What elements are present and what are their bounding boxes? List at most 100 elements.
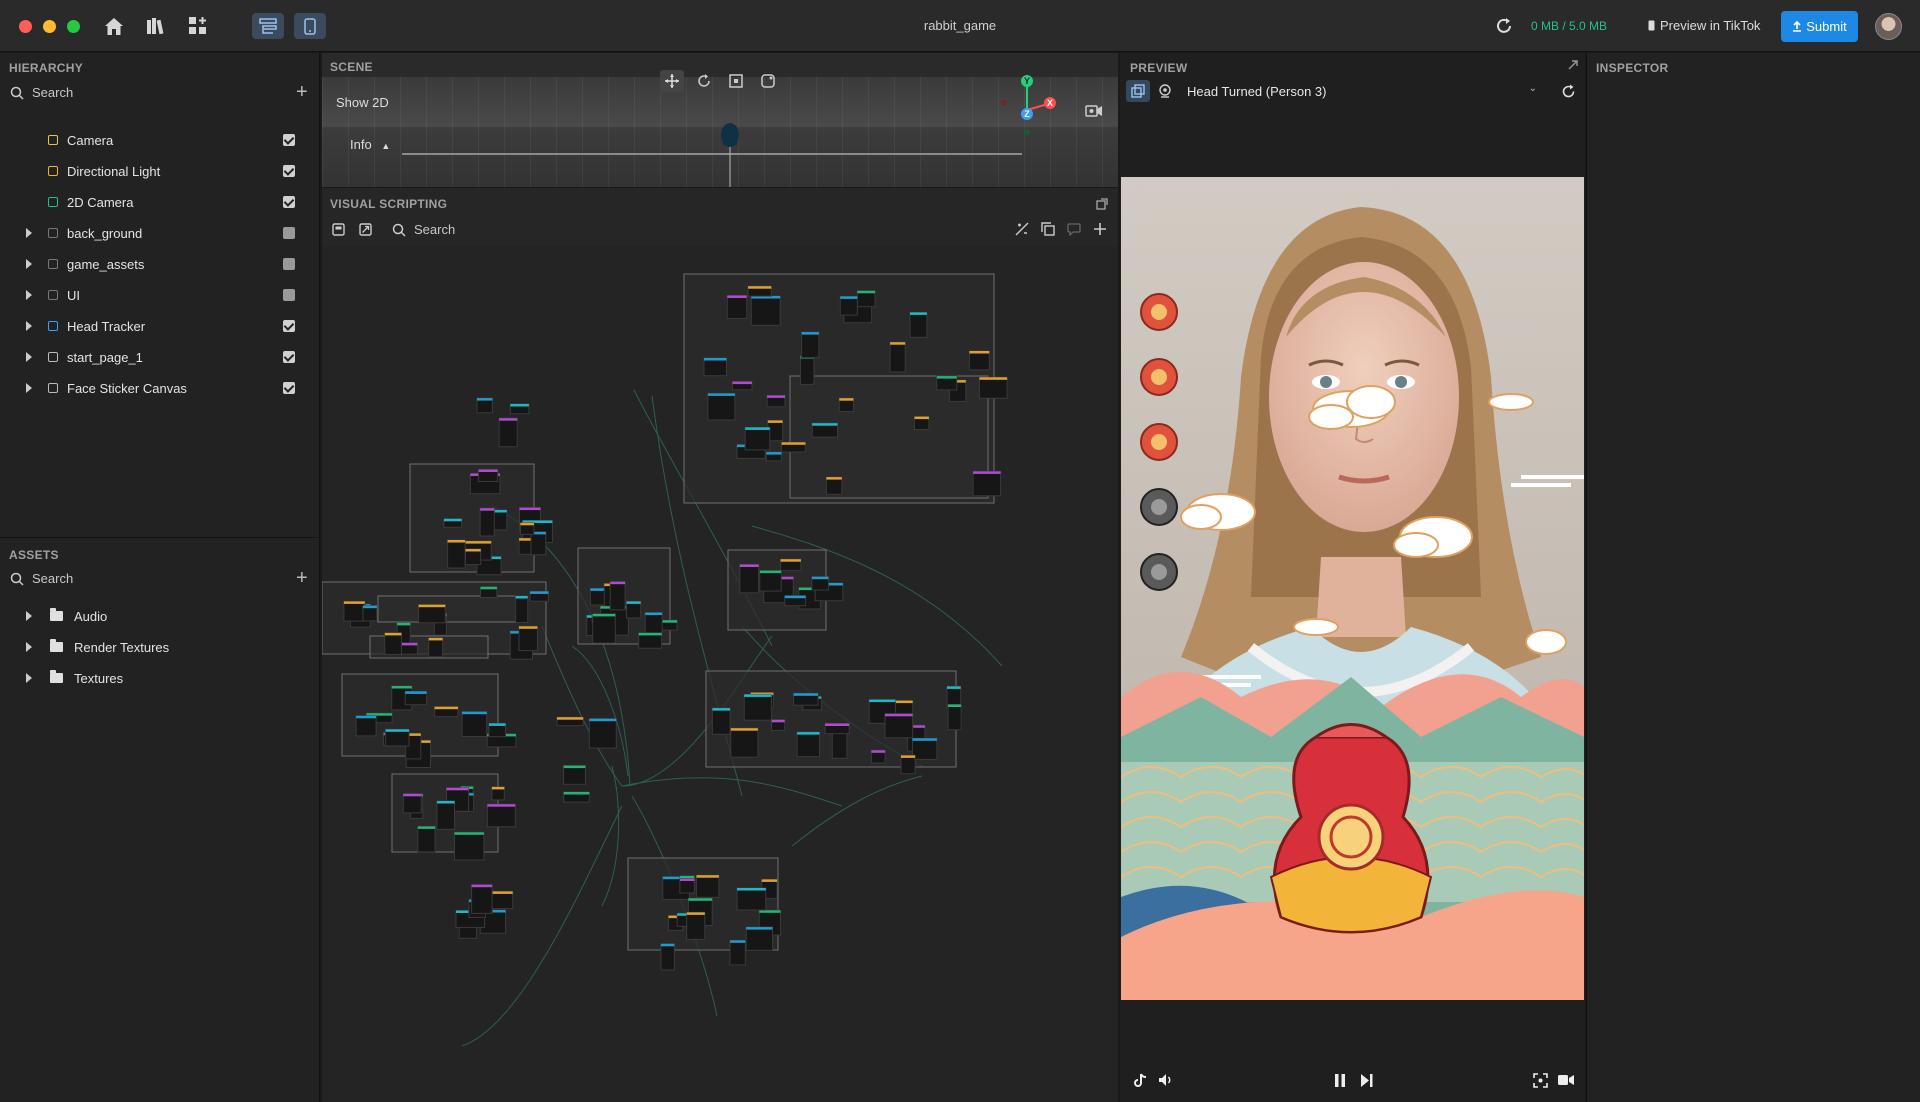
script-node[interactable] — [592, 613, 616, 644]
script-node[interactable] — [588, 718, 617, 749]
script-node[interactable] — [498, 417, 518, 448]
screenshot-button[interactable] — [1530, 1070, 1550, 1090]
hierarchy-item[interactable]: Head Tracker — [0, 315, 320, 337]
script-node[interactable] — [417, 825, 436, 853]
hierarchy-search[interactable]: Search — [10, 85, 73, 100]
visibility-checkbox[interactable] — [283, 227, 295, 239]
script-node[interactable] — [486, 803, 516, 828]
node-graph-canvas[interactable] — [322, 246, 1118, 1102]
expand-panel-button[interactable] — [1090, 193, 1114, 215]
expand-arrow-icon[interactable] — [26, 642, 32, 652]
add-node-button[interactable] — [1088, 218, 1112, 240]
script-node[interactable] — [739, 564, 760, 594]
volume-icon[interactable] — [1156, 1070, 1176, 1090]
pause-button[interactable] — [1330, 1070, 1350, 1090]
record-button[interactable] — [1556, 1070, 1576, 1090]
script-node[interactable] — [726, 295, 748, 319]
script-node[interactable] — [972, 470, 1002, 497]
script-node[interactable] — [912, 737, 938, 760]
assets-search[interactable]: Search — [10, 571, 73, 586]
axes-gizmo[interactable]: Y X Z — [990, 74, 1060, 140]
rotate-tool-button[interactable] — [692, 70, 716, 92]
script-node[interactable] — [418, 604, 446, 624]
add-asset-button[interactable]: + — [296, 568, 308, 588]
asset-folder[interactable]: Render Textures — [0, 636, 320, 658]
node-group-frame[interactable] — [377, 595, 519, 623]
visual-scripting-search[interactable]: Search — [392, 222, 455, 237]
asset-folder[interactable]: Textures — [0, 667, 320, 689]
script-node[interactable] — [744, 426, 771, 451]
visibility-checkbox[interactable] — [283, 289, 295, 301]
hierarchy-item[interactable]: back_ground — [0, 222, 320, 244]
hierarchy-item[interactable]: Face Sticker Canvas — [0, 377, 320, 399]
script-node[interactable] — [402, 793, 422, 814]
script-node[interactable] — [609, 581, 626, 611]
step-forward-button[interactable] — [1356, 1070, 1376, 1090]
script-node[interactable] — [947, 704, 962, 731]
script-node[interactable] — [563, 765, 586, 785]
script-node[interactable] — [978, 376, 1008, 399]
script-node[interactable] — [696, 874, 720, 898]
preview-viewport[interactable] — [1121, 177, 1584, 1000]
script-node[interactable] — [800, 355, 815, 385]
script-node[interactable] — [384, 632, 402, 655]
expand-arrow-icon[interactable] — [26, 290, 32, 300]
script-node[interactable] — [884, 713, 914, 739]
hierarchy-item[interactable]: 2D Camera — [0, 191, 320, 213]
hierarchy-item[interactable]: Directional Light — [0, 160, 320, 182]
script-node[interactable] — [900, 754, 916, 775]
script-node[interactable] — [447, 539, 466, 569]
script-node[interactable] — [703, 357, 727, 377]
script-node[interactable] — [707, 392, 736, 421]
script-node[interactable] — [515, 595, 529, 623]
asset-folder[interactable]: Audio — [0, 605, 320, 627]
script-node[interactable] — [730, 727, 759, 758]
script-node[interactable] — [436, 800, 456, 830]
webcam-source-button[interactable] — [1153, 80, 1177, 102]
script-node[interactable] — [355, 715, 377, 737]
expand-arrow-icon[interactable] — [26, 611, 32, 621]
hierarchy-item[interactable]: game_assets — [0, 253, 320, 275]
hierarchy-item[interactable]: start_page_1 — [0, 346, 320, 368]
scale-tool-button[interactable] — [724, 70, 748, 92]
tiktok-icon[interactable] — [1130, 1070, 1150, 1090]
popout-preview-button[interactable] — [1566, 58, 1580, 72]
comment-button[interactable] — [1062, 218, 1086, 240]
expand-arrow-icon[interactable] — [26, 352, 32, 362]
camera-source-button[interactable] — [1126, 80, 1150, 102]
script-node[interactable] — [743, 693, 772, 721]
script-node[interactable] — [729, 939, 746, 966]
group-nodes-button[interactable] — [1036, 218, 1060, 240]
script-node[interactable] — [736, 887, 767, 911]
script-node[interactable] — [968, 350, 990, 371]
script-node[interactable] — [796, 731, 821, 758]
expand-arrow-icon[interactable] — [26, 321, 32, 331]
preview-source-dropdown[interactable]: Head Turned (Person 3) ⌄ — [1187, 81, 1543, 101]
new-graph-button[interactable] — [326, 218, 350, 240]
script-node[interactable] — [461, 711, 488, 738]
script-node[interactable] — [759, 570, 782, 592]
hierarchy-item[interactable]: Camera — [0, 129, 320, 151]
visibility-checkbox[interactable] — [283, 134, 295, 146]
visibility-checkbox[interactable] — [283, 382, 295, 394]
script-node[interactable] — [825, 476, 843, 495]
visibility-checkbox[interactable] — [283, 196, 295, 208]
show-2d-toggle[interactable]: Show 2D — [336, 95, 389, 110]
script-node[interactable] — [745, 926, 774, 951]
script-node[interactable] — [831, 729, 848, 759]
visibility-checkbox[interactable] — [283, 258, 295, 270]
script-node[interactable] — [750, 295, 781, 326]
auto-layout-button[interactable] — [1010, 218, 1034, 240]
expand-arrow-icon[interactable] — [26, 383, 32, 393]
script-node[interactable] — [660, 943, 675, 971]
script-node[interactable] — [385, 728, 410, 747]
script-node[interactable] — [644, 612, 663, 635]
script-node[interactable] — [889, 341, 906, 373]
script-node[interactable] — [471, 884, 493, 914]
info-dropdown[interactable]: Info ▲ — [350, 137, 390, 152]
script-node[interactable] — [839, 295, 858, 316]
open-graph-button[interactable] — [353, 218, 377, 240]
expand-arrow-icon[interactable] — [26, 673, 32, 683]
script-node[interactable] — [801, 331, 820, 358]
scene-camera-button[interactable] — [1082, 100, 1106, 122]
